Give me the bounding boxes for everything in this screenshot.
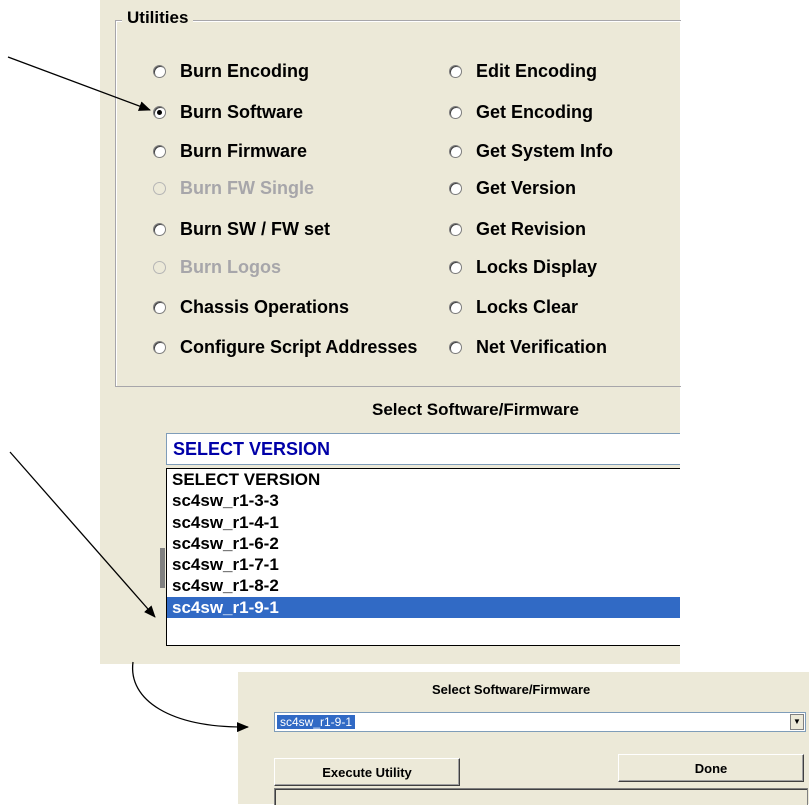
callout-arrows [7,56,249,733]
arrow-to-selected-version [9,451,156,618]
arrow-to-burn-software [7,56,151,111]
arrow-to-result-panel [132,661,249,733]
